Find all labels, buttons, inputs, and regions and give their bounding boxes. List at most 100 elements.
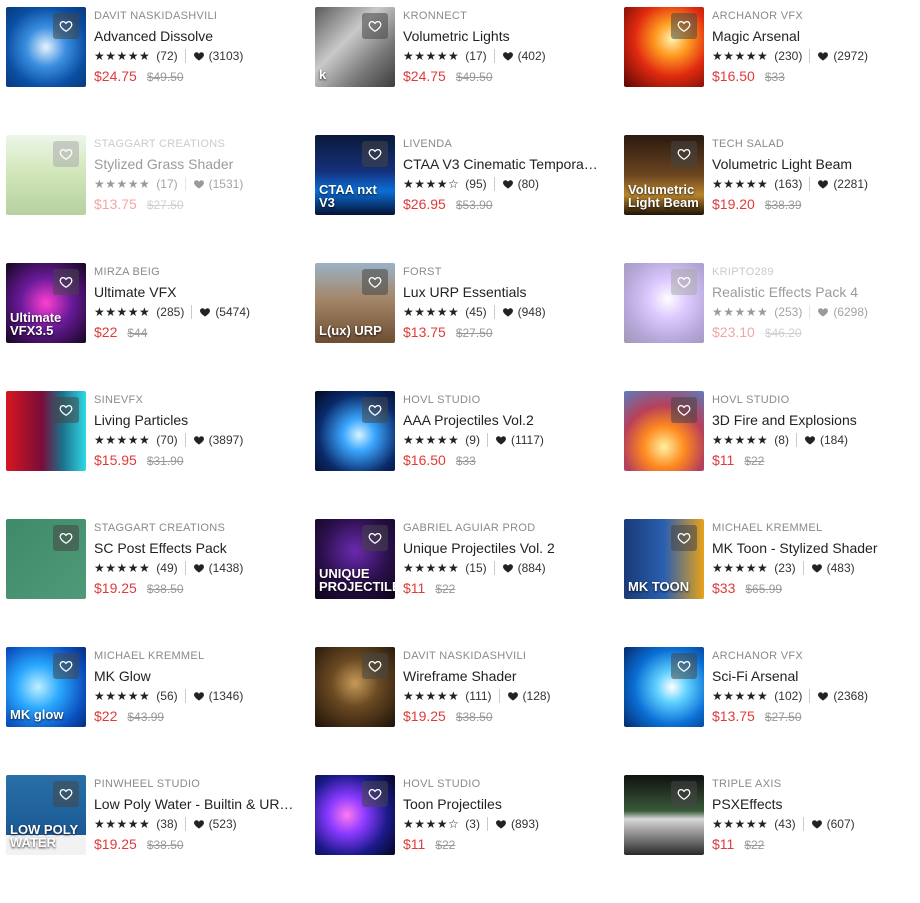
favorite-button[interactable] (53, 13, 79, 39)
publisher-name[interactable]: ARCHANOR VFX (712, 649, 910, 663)
publisher-name[interactable]: GABRIEL AGUIAR PROD (403, 521, 620, 535)
product-thumbnail[interactable] (6, 391, 86, 471)
product-title[interactable]: Stylized Grass Shader (94, 155, 311, 173)
favorite-button[interactable] (53, 269, 79, 295)
product-thumbnail[interactable] (624, 7, 704, 87)
product-title[interactable]: 3D Fire and Explosions (712, 411, 910, 429)
product-card-13[interactable]: UNIQUE PROJECTILES GABRIEL AGUIAR PROD U… (315, 519, 624, 647)
product-card-2[interactable]: ARCHANOR VFX Magic Arsenal ★★★★★ (230) (… (624, 7, 914, 135)
product-card-12[interactable]: STAGGART CREATIONS SC Post Effects Pack … (6, 519, 315, 647)
product-thumbnail[interactable] (624, 263, 704, 343)
product-title[interactable]: Wireframe Shader (403, 667, 620, 685)
product-thumbnail[interactable]: MK glow (6, 647, 86, 727)
product-title[interactable]: Ultimate VFX (94, 283, 311, 301)
product-title[interactable]: Magic Arsenal (712, 27, 910, 45)
publisher-name[interactable]: TRIPLE AXIS (712, 777, 910, 791)
product-thumbnail[interactable]: LOW POLY WATER (6, 775, 86, 855)
favorite-button[interactable] (53, 653, 79, 679)
product-card-3[interactable]: STAGGART CREATIONS Stylized Grass Shader… (6, 135, 315, 263)
product-card-17[interactable]: ARCHANOR VFX Sci-Fi Arsenal ★★★★★ (102) … (624, 647, 914, 775)
publisher-name[interactable]: PINWHEEL STUDIO (94, 777, 311, 791)
publisher-name[interactable]: SINEVFX (94, 393, 311, 407)
favorite-button[interactable] (671, 13, 697, 39)
publisher-name[interactable]: MICHAEL KREMMEL (712, 521, 910, 535)
favorite-button[interactable] (362, 781, 388, 807)
favorite-button[interactable] (53, 141, 79, 167)
product-card-19[interactable]: HOVL STUDIO Toon Projectiles ★★★★☆ (3) (… (315, 775, 624, 903)
favorite-button[interactable] (53, 397, 79, 423)
product-thumbnail[interactable] (624, 391, 704, 471)
product-title[interactable]: Unique Projectiles Vol. 2 (403, 539, 620, 557)
product-title[interactable]: MK Toon - Stylized Shader (712, 539, 910, 557)
product-title[interactable]: Lux URP Essentials (403, 283, 620, 301)
product-thumbnail[interactable]: k (315, 7, 395, 87)
product-thumbnail[interactable]: L(ux) URP (315, 263, 395, 343)
product-thumbnail[interactable] (315, 647, 395, 727)
favorite-button[interactable] (362, 653, 388, 679)
favorite-button[interactable] (53, 781, 79, 807)
product-title[interactable]: MK Glow (94, 667, 311, 685)
product-card-6[interactable]: Ultimate VFX3.5 MIRZA BEIG Ultimate VFX … (6, 263, 315, 391)
favorite-button[interactable] (362, 397, 388, 423)
favorite-button[interactable] (671, 653, 697, 679)
product-thumbnail[interactable] (315, 391, 395, 471)
publisher-name[interactable]: STAGGART CREATIONS (94, 521, 311, 535)
publisher-name[interactable]: HOVL STUDIO (712, 393, 910, 407)
product-card-14[interactable]: MK TOON MICHAEL KREMMEL MK Toon - Styliz… (624, 519, 914, 647)
product-card-16[interactable]: DAVIT NASKIDASHVILI Wireframe Shader ★★★… (315, 647, 624, 775)
product-thumbnail[interactable] (624, 775, 704, 855)
product-card-9[interactable]: SINEVFX Living Particles ★★★★★ (70) (389… (6, 391, 315, 519)
product-card-10[interactable]: HOVL STUDIO AAA Projectiles Vol.2 ★★★★★ … (315, 391, 624, 519)
product-thumbnail[interactable]: UNIQUE PROJECTILES (315, 519, 395, 599)
product-thumbnail[interactable] (315, 775, 395, 855)
favorite-button[interactable] (671, 781, 697, 807)
favorite-button[interactable] (671, 269, 697, 295)
product-card-8[interactable]: KRIPTO289 Realistic Effects Pack 4 ★★★★★… (624, 263, 914, 391)
publisher-name[interactable]: MIRZA BEIG (94, 265, 311, 279)
product-thumbnail[interactable]: CTAA nxt V3 (315, 135, 395, 215)
product-card-7[interactable]: L(ux) URP FORST Lux URP Essentials ★★★★★… (315, 263, 624, 391)
product-title[interactable]: Toon Projectiles (403, 795, 620, 813)
favorite-button[interactable] (362, 141, 388, 167)
publisher-name[interactable]: ARCHANOR VFX (712, 9, 910, 23)
product-title[interactable]: Sci-Fi Arsenal (712, 667, 910, 685)
favorite-button[interactable] (362, 525, 388, 551)
favorite-button[interactable] (671, 141, 697, 167)
product-card-11[interactable]: HOVL STUDIO 3D Fire and Explosions ★★★★★… (624, 391, 914, 519)
product-thumbnail[interactable] (6, 7, 86, 87)
publisher-name[interactable]: FORST (403, 265, 620, 279)
product-card-1[interactable]: k KRONNECT Volumetric Lights ★★★★★ (17) … (315, 7, 624, 135)
product-title[interactable]: PSXEffects (712, 795, 910, 813)
product-thumbnail[interactable] (624, 647, 704, 727)
favorite-button[interactable] (362, 13, 388, 39)
product-card-18[interactable]: LOW POLY WATER PINWHEEL STUDIO Low Poly … (6, 775, 315, 903)
product-thumbnail[interactable] (6, 519, 86, 599)
product-card-20[interactable]: TRIPLE AXIS PSXEffects ★★★★★ (43) (607) … (624, 775, 914, 903)
publisher-name[interactable]: HOVL STUDIO (403, 393, 620, 407)
product-thumbnail[interactable]: Volumetric Light Beam (624, 135, 704, 215)
product-title[interactable]: SC Post Effects Pack (94, 539, 311, 557)
publisher-name[interactable]: HOVL STUDIO (403, 777, 620, 791)
publisher-name[interactable]: LIVENDA (403, 137, 620, 151)
publisher-name[interactable]: DAVIT NASKIDASHVILI (94, 9, 311, 23)
product-title[interactable]: Realistic Effects Pack 4 (712, 283, 910, 301)
product-title[interactable]: Living Particles (94, 411, 311, 429)
product-card-5[interactable]: Volumetric Light Beam TECH SALAD Volumet… (624, 135, 914, 263)
product-title[interactable]: Volumetric Light Beam (712, 155, 910, 173)
publisher-name[interactable]: STAGGART CREATIONS (94, 137, 311, 151)
product-thumbnail[interactable] (6, 135, 86, 215)
product-title[interactable]: AAA Projectiles Vol.2 (403, 411, 620, 429)
publisher-name[interactable]: TECH SALAD (712, 137, 910, 151)
favorite-button[interactable] (53, 525, 79, 551)
publisher-name[interactable]: DAVIT NASKIDASHVILI (403, 649, 620, 663)
product-card-4[interactable]: CTAA nxt V3 LIVENDA CTAA V3 Cinematic Te… (315, 135, 624, 263)
product-thumbnail[interactable]: Ultimate VFX3.5 (6, 263, 86, 343)
publisher-name[interactable]: MICHAEL KREMMEL (94, 649, 311, 663)
product-title[interactable]: Low Poly Water - Builtin & UR… (94, 795, 311, 813)
favorite-button[interactable] (671, 397, 697, 423)
product-thumbnail[interactable]: MK TOON (624, 519, 704, 599)
favorite-button[interactable] (362, 269, 388, 295)
publisher-name[interactable]: KRIPTO289 (712, 265, 910, 279)
product-title[interactable]: Volumetric Lights (403, 27, 620, 45)
publisher-name[interactable]: KRONNECT (403, 9, 620, 23)
